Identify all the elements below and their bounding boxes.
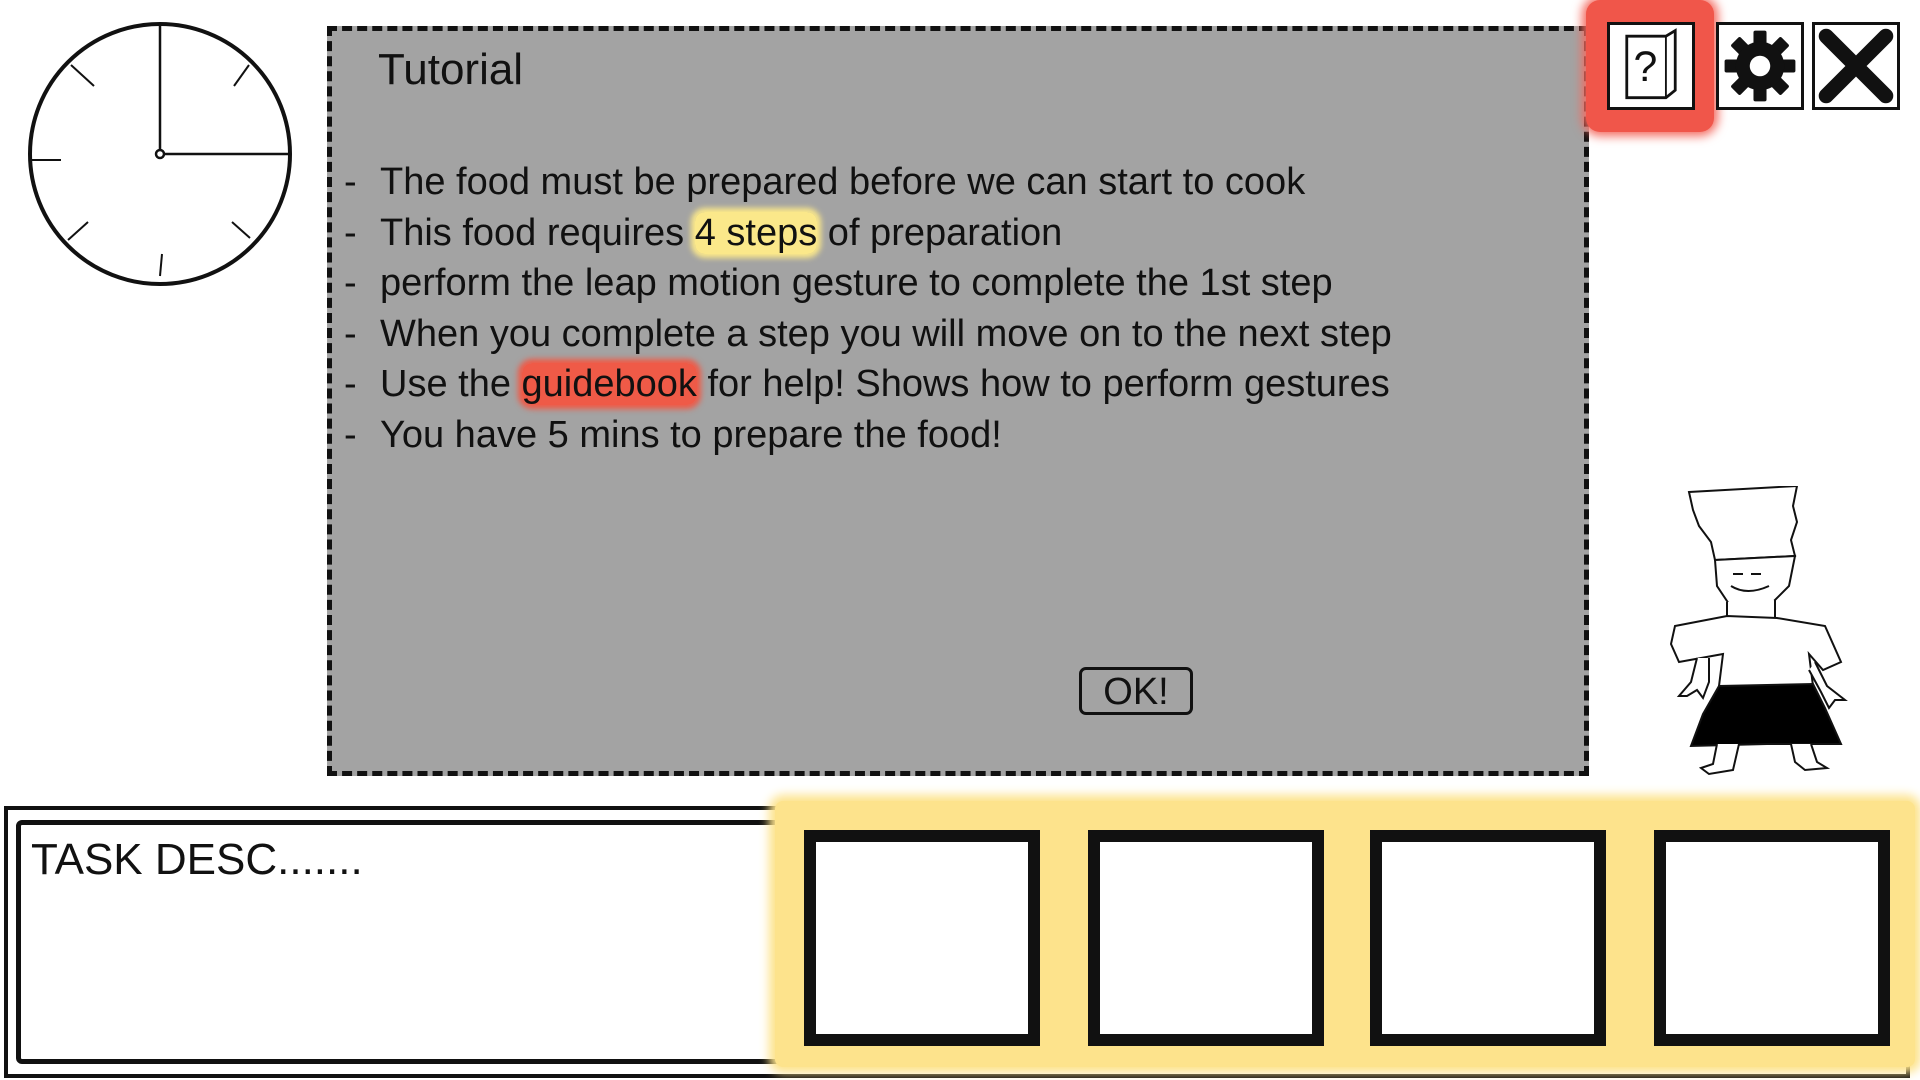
steps-highlight: 4 steps xyxy=(694,211,818,254)
step-slot-2[interactable] xyxy=(1088,830,1324,1046)
step-slot-1[interactable] xyxy=(804,830,1040,1046)
close-button[interactable] xyxy=(1812,22,1900,110)
list-item: - perform the leap motion gesture to com… xyxy=(344,258,1392,309)
list-item-text: You have 5 mins to prepare the food! xyxy=(380,413,1002,456)
list-item: - Use the guidebook for help! Shows how … xyxy=(344,359,1392,410)
list-dash: - xyxy=(344,363,357,405)
close-icon xyxy=(1818,28,1894,104)
chef-illustration xyxy=(1669,486,1848,776)
text-segment: This food requires xyxy=(380,211,695,254)
guidebook-question-icon: ? xyxy=(1625,28,1677,100)
text-segment: of preparation xyxy=(817,211,1063,254)
settings-button[interactable] xyxy=(1716,22,1804,110)
list-item-text: This food requires 4 steps of preparatio… xyxy=(380,208,1062,259)
help-guidebook-button[interactable]: ? xyxy=(1607,22,1695,110)
list-item: - When you complete a step you will move… xyxy=(344,309,1392,360)
list-item-text: Use the guidebook for help! Shows how to… xyxy=(380,359,1390,410)
step-slot-4[interactable] xyxy=(1654,830,1890,1046)
list-item: - This food requires 4 steps of preparat… xyxy=(344,208,1392,259)
step-slot-3[interactable] xyxy=(1370,830,1606,1046)
text-segment: Use the xyxy=(380,363,522,405)
list-item-text: The food must be prepared before we can … xyxy=(380,161,1306,203)
list-item: - The food must be prepared before we ca… xyxy=(344,157,1392,208)
guidebook-highlight: guidebook xyxy=(521,363,697,405)
tutorial-dialog: Tutorial - The food must be prepared bef… xyxy=(327,26,1848,776)
list-item-text: perform the leap motion gesture to compl… xyxy=(380,262,1333,304)
dialog-title: Tutorial xyxy=(378,45,524,94)
task-description-box: TASK DESC....... xyxy=(16,820,786,1064)
list-dash: - xyxy=(344,161,357,203)
list-item-text: When you complete a step you will move o… xyxy=(380,312,1392,355)
tutorial-list: - The food must be prepared before we ca… xyxy=(344,157,1392,460)
list-dash: - xyxy=(344,413,357,456)
clock-icon xyxy=(28,22,292,286)
task-description-text: TASK DESC....... xyxy=(31,835,363,884)
svg-text:?: ? xyxy=(1633,43,1657,91)
list-dash: - xyxy=(344,211,357,254)
text-segment: for help! Shows how to perform gestures xyxy=(696,363,1390,405)
ok-button[interactable]: OK! xyxy=(1079,667,1193,715)
gear-icon xyxy=(1724,30,1796,102)
list-dash: - xyxy=(344,262,357,304)
list-item: - You have 5 mins to prepare the food! xyxy=(344,410,1392,461)
list-dash: - xyxy=(344,312,357,355)
